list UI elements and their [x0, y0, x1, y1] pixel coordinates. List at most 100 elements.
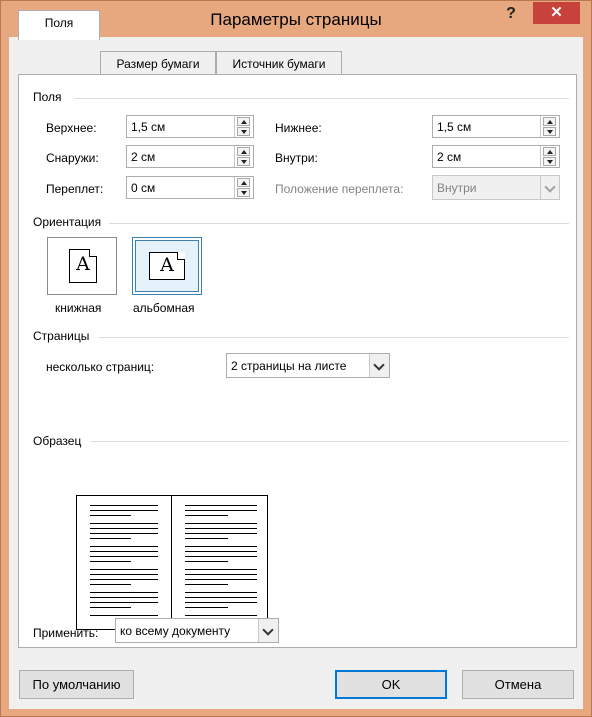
landscape-orientation-button[interactable]: A — [132, 237, 202, 295]
multiple-pages-label: несколько страниц: — [46, 360, 155, 374]
portrait-label: книжная — [55, 301, 102, 315]
preview-line — [90, 556, 158, 557]
preview-line — [185, 597, 257, 598]
preview-line — [185, 505, 257, 506]
gutter-position-label: Положение переплета: — [275, 182, 404, 196]
chevron-down-icon — [540, 176, 559, 199]
margins-group-title: Поля — [33, 90, 62, 104]
gutter-label: Переплет: — [46, 182, 104, 196]
set-as-default-button[interactable]: По умолчанию — [19, 670, 134, 699]
preview-line — [90, 515, 131, 516]
spin-down-icon[interactable] — [543, 127, 556, 136]
preview-line — [185, 528, 257, 529]
preview-line — [90, 533, 158, 534]
chevron-down-icon[interactable] — [258, 619, 278, 642]
preview-line — [90, 561, 131, 562]
preview-fold-line — [171, 496, 172, 629]
spin-down-icon[interactable] — [237, 127, 250, 136]
preview-line — [185, 602, 257, 603]
spin-up-icon[interactable] — [237, 178, 250, 187]
preview-line — [185, 546, 257, 547]
outside-margin-arrows — [234, 146, 253, 167]
gutter-arrows — [234, 177, 253, 198]
preview-line — [90, 602, 158, 603]
bottom-margin-spinner[interactable]: 1,5 см — [432, 115, 560, 138]
preview-line — [90, 505, 158, 506]
inside-margin-label: Внутри: — [275, 151, 318, 165]
pages-group-title: Страницы — [33, 329, 90, 343]
gutter-position-select: Внутри — [432, 175, 560, 200]
gutter-position-value: Внутри — [437, 181, 477, 195]
preview-line — [185, 551, 257, 552]
preview-line — [90, 607, 131, 608]
multiple-pages-select[interactable]: 2 страницы на листе — [226, 353, 390, 378]
spin-up-icon[interactable] — [237, 147, 250, 156]
preview-line — [185, 592, 257, 593]
gutter-value: 0 см — [131, 181, 156, 195]
spin-up-icon[interactable] — [543, 117, 556, 126]
tab-margins[interactable]: Поля — [18, 10, 100, 40]
preview-line — [90, 615, 158, 616]
preview-line — [185, 579, 257, 580]
preview-line — [185, 515, 228, 516]
preview-line — [185, 615, 257, 616]
preview-line — [185, 561, 228, 562]
orientation-separator — [109, 223, 569, 224]
preview-line — [185, 584, 228, 585]
spin-down-icon[interactable] — [543, 157, 556, 166]
portrait-orientation-button[interactable]: A — [47, 237, 117, 295]
portrait-icon-letter: A — [76, 253, 90, 275]
preview-line — [90, 597, 158, 598]
preview-line — [90, 574, 158, 575]
portrait-page-icon: A — [69, 249, 97, 283]
preview-line — [90, 523, 158, 524]
preview-separator — [91, 441, 569, 442]
close-button[interactable]: ✕ — [533, 2, 580, 24]
preview-line — [90, 569, 158, 570]
preview-line — [185, 569, 257, 570]
spin-up-icon[interactable] — [543, 147, 556, 156]
bottom-margin-value: 1,5 см — [437, 120, 472, 134]
help-button[interactable]: ? — [493, 3, 529, 25]
top-margin-spinner[interactable]: 1,5 см — [126, 115, 254, 138]
margins-separator — [75, 98, 569, 99]
dialog-client-area: Поля Размер бумаги Источник бумаги Поля … — [9, 10, 583, 709]
outside-margin-spinner[interactable]: 2 см — [126, 145, 254, 168]
preview-line — [185, 533, 257, 534]
orientation-group-title: Ориентация — [33, 215, 102, 229]
bottom-margin-label: Нижнее: — [275, 121, 322, 135]
ok-button[interactable]: OK — [335, 670, 447, 699]
landscape-icon-letter: A — [160, 254, 174, 276]
spin-down-icon[interactable] — [237, 157, 250, 166]
preview-line — [185, 523, 257, 524]
top-margin-label: Верхнее: — [46, 121, 97, 135]
chevron-down-icon[interactable] — [369, 354, 389, 377]
apply-to-select[interactable]: ко всему документу — [115, 618, 279, 643]
landscape-label: альбомная — [133, 301, 195, 315]
cancel-button[interactable]: Отмена — [462, 670, 574, 699]
outside-margin-label: Снаружи: — [46, 151, 99, 165]
preview-line — [185, 556, 257, 557]
gutter-spinner[interactable]: 0 см — [126, 176, 254, 199]
dialog-window: Параметры страницы ? ✕ Поля Размер бумаг… — [0, 0, 592, 717]
spin-up-icon[interactable] — [237, 117, 250, 126]
preview-line — [185, 607, 228, 608]
preview-line — [90, 592, 158, 593]
inside-margin-value: 2 см — [437, 150, 462, 164]
spin-down-icon[interactable] — [237, 188, 250, 197]
preview-line — [90, 551, 158, 552]
page-preview — [76, 495, 268, 630]
preview-line — [185, 538, 228, 539]
apply-to-value: ко всему документу — [120, 624, 231, 638]
pages-separator — [99, 337, 569, 338]
tab-panel: Поля Верхнее: 1,5 см Нижнее: 1,5 см Снар… — [18, 74, 577, 648]
preview-line — [185, 574, 257, 575]
bottom-margin-arrows — [540, 116, 559, 137]
preview-line — [90, 528, 158, 529]
apply-to-label: Применить: — [33, 626, 99, 640]
inside-margin-arrows — [540, 146, 559, 167]
top-margin-arrows — [234, 116, 253, 137]
landscape-page-icon: A — [149, 252, 185, 280]
preview-line — [185, 510, 257, 511]
inside-margin-spinner[interactable]: 2 см — [432, 145, 560, 168]
